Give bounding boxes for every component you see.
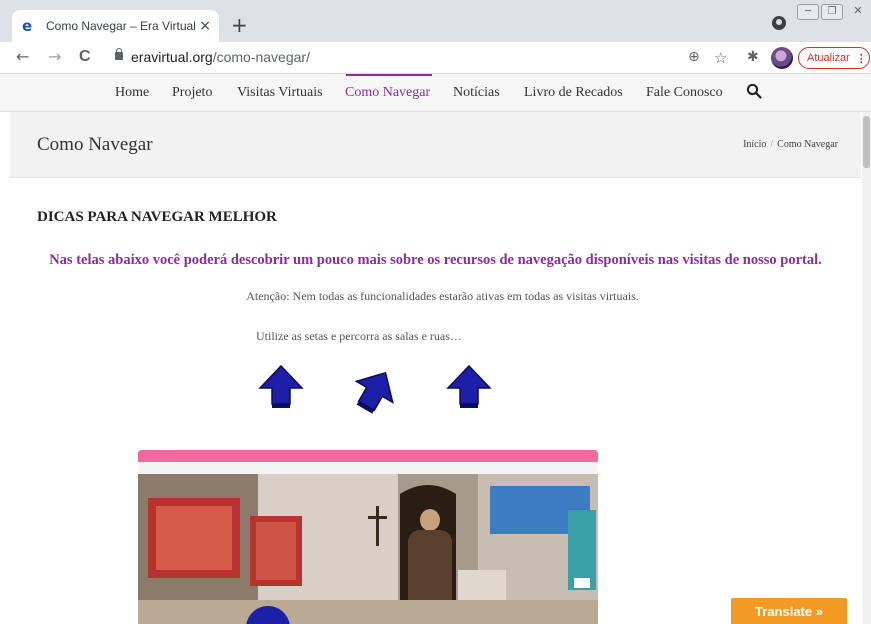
section-heading: DICAS PARA NAVEGAR MELHOR	[37, 209, 277, 225]
breadcrumb: Início / Como Navegar	[743, 139, 838, 150]
puzzle-icon[interactable]: ✱	[747, 49, 759, 65]
restore-button[interactable]: ❐	[821, 4, 843, 20]
arrows-hint: Utilize as setas e percorra as salas e r…	[256, 329, 462, 343]
browser-tab[interactable]: e Como Navegar – Era Virtual – Vis ×	[12, 10, 219, 42]
window-controls: ─ ❐ ✕	[797, 4, 871, 20]
back-button[interactable]: ←	[16, 48, 29, 66]
menu-item-home[interactable]: Home	[115, 85, 149, 101]
translate-button[interactable]: Translate »	[731, 598, 847, 624]
menu-item-fale-conosco[interactable]: Fale Conosco	[646, 85, 723, 101]
zoom-icon[interactable]: ⊕	[688, 49, 700, 65]
menu-item-noticias[interactable]: Notícias	[453, 85, 500, 101]
search-icon[interactable]	[746, 83, 762, 99]
breadcrumb-separator: /	[770, 139, 774, 150]
virtual-tour-screenshot	[138, 450, 598, 624]
tab-close-icon[interactable]: ×	[199, 18, 211, 34]
profile-avatar[interactable]	[771, 47, 793, 69]
menu-item-projeto[interactable]: Projeto	[172, 85, 212, 101]
site-navigation: Home Projeto Visitas Virtuais Como Naveg…	[0, 74, 871, 112]
page-scrollbar[interactable]	[862, 112, 871, 624]
minimize-button[interactable]: ─	[797, 4, 819, 20]
lead-text: Nas telas abaixo você poderá descobrir u…	[49, 252, 822, 268]
page-title: Como Navegar	[37, 134, 153, 155]
navigation-arrows-illustration	[246, 362, 506, 418]
star-icon[interactable]: ☆	[714, 49, 727, 67]
menu-item-como-navegar[interactable]: Como Navegar	[345, 85, 430, 101]
menu-item-livro-de-recados[interactable]: Livro de Recados	[524, 85, 623, 101]
attention-note: Atenção: Nem todas as funcionalidades es…	[246, 289, 639, 303]
menu-item-visitas-virtuais[interactable]: Visitas Virtuais	[237, 85, 323, 101]
new-tab-button[interactable]: +	[231, 14, 248, 36]
arrow-up-icon	[446, 364, 492, 408]
breadcrumb-current: Como Navegar	[777, 139, 838, 150]
media-control-icon[interactable]	[772, 16, 786, 30]
update-label: Atualizar	[807, 52, 850, 64]
active-menu-indicator	[346, 74, 432, 76]
browser-toolbar: ← → C eravirtual.org/como-navegar/ ⊕ ☆ ✱…	[0, 42, 871, 74]
kebab-menu-icon: ⋮	[855, 52, 867, 65]
lock-icon[interactable]	[115, 48, 123, 60]
address-bar[interactable]: eravirtual.org/como-navegar/	[131, 49, 310, 65]
url-domain: eravirtual.org	[131, 49, 213, 65]
forward-button[interactable]: →	[48, 48, 61, 66]
main-content: DICAS PARA NAVEGAR MELHOR Nas telas abai…	[10, 178, 861, 624]
update-button[interactable]: Atualizar ⋮	[798, 47, 870, 69]
reload-button[interactable]: C	[79, 48, 91, 66]
tab-title: Como Navegar – Era Virtual – Vis	[46, 19, 196, 33]
site-favicon-icon: e	[22, 17, 33, 35]
arrow-diagonal-icon	[354, 371, 394, 414]
page-title-bar: Como Navegar Início / Como Navegar	[10, 112, 861, 178]
virtual-tour-image	[138, 450, 598, 624]
arrow-up-icon	[258, 364, 304, 408]
browser-tab-bar: e Como Navegar – Era Virtual – Vis × + ─…	[0, 0, 871, 42]
breadcrumb-home[interactable]: Início	[743, 139, 766, 150]
url-path: /como-navegar/	[212, 49, 310, 65]
window-close-button[interactable]: ✕	[845, 4, 871, 20]
scrollbar-thumb[interactable]	[863, 116, 870, 168]
